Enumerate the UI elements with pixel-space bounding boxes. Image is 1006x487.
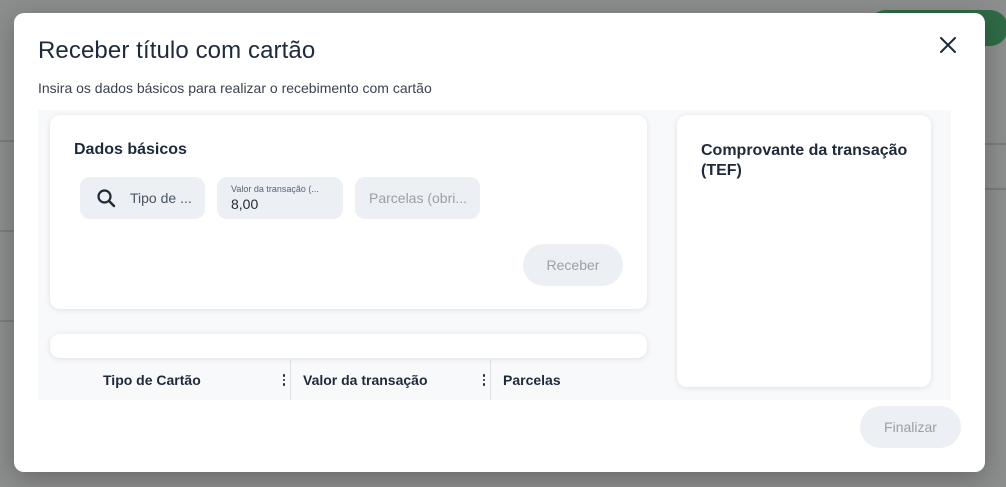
background-divider bbox=[0, 230, 14, 232]
transactions-table-header: Tipo de Cartão Valor da transação Parcel… bbox=[50, 360, 647, 400]
transaction-value-field[interactable]: Valor da transação (... 8,00 bbox=[217, 177, 343, 219]
background-divider bbox=[985, 143, 1006, 145]
column-menu-icon[interactable] bbox=[479, 372, 489, 388]
background-divider bbox=[985, 188, 1006, 190]
finalize-button[interactable]: Finalizar bbox=[860, 406, 961, 448]
column-header-card-type[interactable]: Tipo de Cartão bbox=[103, 360, 201, 400]
transactions-table-card bbox=[50, 334, 647, 358]
receive-card-modal: Receber título com cartão Insira os dado… bbox=[14, 13, 985, 472]
column-header-transaction-value[interactable]: Valor da transação bbox=[303, 360, 428, 400]
installments-field[interactable]: Parcelas (obri... bbox=[355, 177, 480, 219]
basic-data-card: Dados básicos Tipo de ... Valor da trans… bbox=[50, 115, 647, 309]
basic-data-title: Dados básicos bbox=[74, 141, 187, 158]
tef-receipt-card: Comprovante da transação (TEF) bbox=[677, 115, 931, 387]
column-separator[interactable] bbox=[290, 360, 291, 400]
column-separator[interactable] bbox=[490, 360, 491, 400]
background-divider bbox=[0, 140, 14, 142]
transaction-value-label: Valor da transação (... bbox=[231, 183, 319, 194]
background-divider bbox=[0, 320, 14, 322]
column-menu-icon[interactable] bbox=[279, 372, 289, 388]
transaction-value-input[interactable]: 8,00 bbox=[231, 196, 258, 213]
tef-receipt-title: Comprovante da transação (TEF) bbox=[701, 142, 908, 179]
card-type-placeholder: Tipo de ... bbox=[130, 190, 192, 206]
installments-placeholder: Parcelas (obri... bbox=[369, 190, 468, 206]
modal-title: Receber título com cartão bbox=[38, 37, 316, 64]
modal-subtitle: Insira os dados básicos para realizar o … bbox=[38, 80, 432, 96]
close-button[interactable] bbox=[936, 33, 960, 57]
receive-button[interactable]: Receber bbox=[523, 244, 623, 286]
column-header-installments[interactable]: Parcelas bbox=[503, 360, 561, 400]
close-icon bbox=[940, 37, 956, 53]
card-type-select[interactable]: Tipo de ... bbox=[80, 177, 205, 219]
search-icon bbox=[97, 189, 116, 208]
